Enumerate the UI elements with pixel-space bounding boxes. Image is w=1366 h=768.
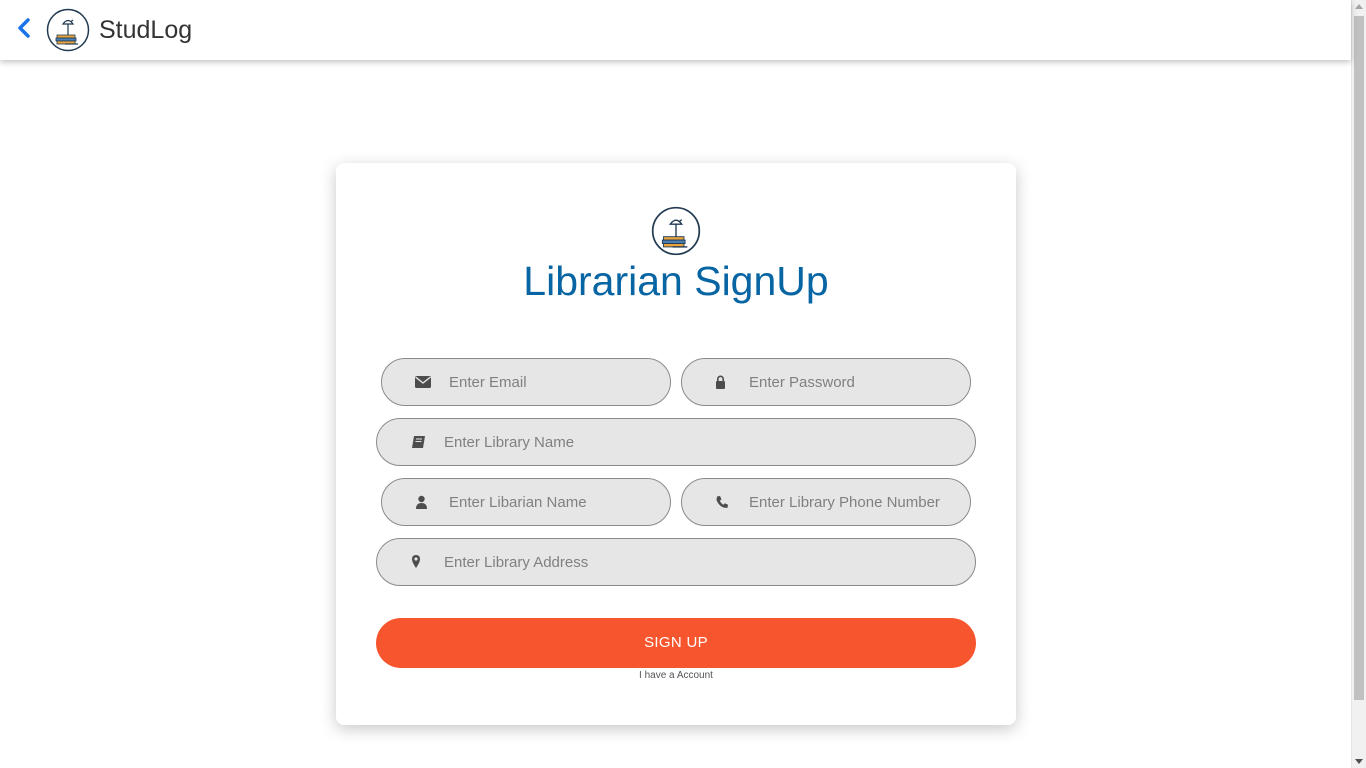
scroll-down-arrow-icon[interactable] bbox=[1355, 759, 1363, 764]
lock-icon bbox=[716, 375, 725, 389]
password-input[interactable] bbox=[749, 359, 957, 405]
chevron-left-icon bbox=[18, 18, 30, 38]
librarian-name-field[interactable] bbox=[381, 478, 671, 526]
signup-button[interactable]: SIGN UP bbox=[376, 618, 976, 668]
library-name-input[interactable] bbox=[444, 419, 962, 465]
envelope-icon bbox=[415, 376, 431, 388]
phone-input[interactable] bbox=[749, 479, 957, 525]
map-marker-icon bbox=[412, 555, 420, 568]
card-logo bbox=[651, 206, 701, 256]
address-field[interactable] bbox=[376, 538, 976, 586]
back-button[interactable] bbox=[14, 16, 34, 40]
page-title: Librarian SignUp bbox=[523, 258, 829, 304]
signup-card: Librarian SignUp Enter Email Enter Libra… bbox=[336, 163, 1016, 725]
app-title: StudLog bbox=[99, 16, 193, 44]
email-input[interactable] bbox=[449, 359, 657, 405]
scrollbar-thumb[interactable] bbox=[1354, 16, 1364, 700]
app-header: StudLog bbox=[0, 0, 1351, 60]
scroll-up-arrow-icon[interactable] bbox=[1355, 4, 1363, 9]
app-logo[interactable] bbox=[46, 8, 90, 52]
phone-icon bbox=[716, 496, 728, 508]
have-account-link[interactable]: I have a Account bbox=[336, 670, 1016, 681]
book-icon bbox=[412, 436, 425, 448]
library-name-field[interactable] bbox=[376, 418, 976, 466]
vertical-scrollbar[interactable] bbox=[1351, 0, 1366, 768]
password-field[interactable] bbox=[681, 358, 971, 406]
email-field[interactable] bbox=[381, 358, 671, 406]
user-icon bbox=[416, 495, 427, 509]
librarian-name-input[interactable] bbox=[449, 479, 657, 525]
phone-field[interactable] bbox=[681, 478, 971, 526]
address-input[interactable] bbox=[444, 539, 962, 585]
